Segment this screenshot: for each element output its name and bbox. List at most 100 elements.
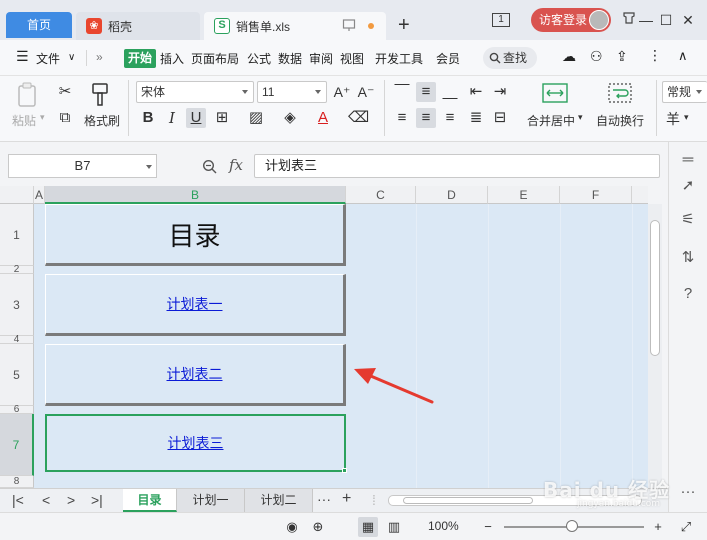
horizontal-scroll-thumb[interactable] — [403, 497, 533, 504]
menu-developer[interactable]: 开发工具 — [375, 50, 423, 67]
decrease-font-icon[interactable]: A⁻ — [356, 82, 376, 102]
share-icon[interactable]: ⇪ — [616, 48, 628, 65]
cell-b3[interactable]: 计划表一 — [45, 274, 346, 336]
select-all-corner[interactable] — [0, 186, 34, 204]
name-box[interactable]: B7 — [8, 154, 157, 178]
fill-handle[interactable] — [342, 468, 347, 473]
wrap-text-icon[interactable] — [608, 82, 632, 104]
row-header-6[interactable]: 6 — [0, 404, 34, 415]
merge-center-icon[interactable] — [542, 82, 568, 104]
font-size-select[interactable]: 11 — [257, 81, 327, 103]
column-header-g[interactable] — [632, 186, 648, 204]
properties-icon[interactable]: ⚟ — [678, 210, 698, 230]
fill-style-icon[interactable]: ▨ — [246, 108, 266, 128]
column-header-d[interactable]: D — [416, 186, 488, 204]
bold-icon[interactable]: B — [138, 108, 158, 128]
language-icon[interactable]: ⊕ — [308, 517, 328, 537]
menu-formulas[interactable]: 公式 — [247, 50, 271, 67]
menu-page-layout[interactable]: 页面布局 — [191, 50, 239, 67]
spreadsheet-grid[interactable]: A B C D E F 1 2 3 4 5 6 7 8 目录 计划表一 计划表二… — [0, 186, 648, 488]
cell-b1-title[interactable]: 目录 — [45, 204, 346, 266]
column-header-b[interactable]: B — [45, 186, 346, 204]
menu-data[interactable]: 数据 — [278, 50, 302, 67]
row-header-7[interactable]: 7 — [0, 414, 34, 476]
last-sheet-icon[interactable]: >| — [91, 492, 103, 508]
currency-format-icon[interactable]: 羊 — [666, 109, 680, 129]
chevron-down-icon[interactable]: ∨ — [68, 52, 75, 63]
new-tab-button[interactable]: + — [398, 12, 410, 38]
row-header-1[interactable]: 1 — [0, 204, 34, 266]
menu-insert[interactable]: 插入 — [160, 50, 184, 67]
function-icon[interactable]: fx — [229, 156, 243, 174]
zoom-in-icon[interactable]: + — [648, 517, 668, 537]
menu-review[interactable]: 审阅 — [309, 50, 333, 67]
cut-icon[interactable]: ✂ — [55, 82, 75, 102]
align-right-icon[interactable]: ≡ — [440, 108, 460, 128]
close-button[interactable]: ✕ — [678, 10, 698, 30]
select-cursor-icon[interactable]: ➚ — [678, 176, 698, 196]
link-plan-3[interactable]: 计划表三 — [168, 433, 224, 453]
justify-icon[interactable]: ≣ — [466, 108, 486, 128]
cloud-icon[interactable]: ☁ — [562, 48, 576, 65]
vertical-scroll-thumb[interactable] — [650, 220, 660, 356]
sheet-tab-plan-1[interactable]: 计划一 — [177, 489, 245, 512]
column-header-a[interactable]: A — [34, 186, 45, 204]
sheet-tab-plan-2[interactable]: 计划二 — [245, 489, 313, 512]
column-header-c[interactable]: C — [346, 186, 416, 204]
paste-icon[interactable] — [16, 82, 40, 108]
column-header-f[interactable]: F — [560, 186, 632, 204]
fill-color-icon[interactable]: ◈ — [280, 108, 300, 128]
zoom-level[interactable]: 100% — [428, 519, 459, 533]
hamburger-icon[interactable]: ☰ — [16, 48, 29, 65]
merge-dropdown-icon[interactable]: ▾ — [578, 112, 583, 123]
collaborate-icon[interactable]: ⚇ — [590, 48, 603, 65]
page-view-icon[interactable]: ▥ — [384, 517, 404, 537]
indent-increase-icon[interactable]: ⇥ — [490, 82, 510, 102]
sheet-tab-contents[interactable]: 目录 — [123, 489, 177, 512]
align-middle-icon[interactable]: ≡ — [416, 82, 436, 102]
column-header-e[interactable]: E — [488, 186, 560, 204]
window-pin-icon[interactable] — [342, 18, 356, 32]
collapse-ribbon-icon[interactable]: ∧ — [678, 48, 688, 64]
italic-icon[interactable]: I — [162, 108, 182, 128]
increase-font-icon[interactable]: A⁺ — [332, 82, 352, 102]
copy-icon[interactable]: ⧉ — [55, 108, 75, 128]
more-chevron-icon[interactable]: » — [96, 50, 103, 64]
align-center-icon[interactable]: ≡ — [416, 108, 436, 128]
cell-b7-selected[interactable]: 计划表三 — [45, 414, 347, 473]
font-name-select[interactable]: 宋体 — [136, 81, 254, 103]
indent-decrease-icon[interactable]: ⇤ — [466, 82, 486, 102]
align-bottom-icon[interactable]: ⎽ — [440, 82, 460, 102]
fullscreen-icon[interactable]: ⤢ — [676, 517, 696, 537]
guest-login-button[interactable]: 访客登录 — [531, 8, 611, 32]
more-options-icon[interactable]: ⋮ — [648, 47, 662, 64]
row-header-5[interactable]: 5 — [0, 344, 34, 406]
menu-member[interactable]: 会员 — [436, 50, 462, 67]
currency-dropdown-icon[interactable]: ▾ — [684, 112, 689, 123]
format-painter-icon[interactable] — [90, 82, 112, 108]
next-sheet-icon[interactable]: > — [67, 492, 75, 508]
vertical-scrollbar[interactable] — [648, 204, 662, 488]
first-sheet-icon[interactable]: |< — [12, 492, 24, 508]
zoom-search-icon[interactable] — [202, 159, 218, 175]
tab-split-handle[interactable]: ⁞ — [372, 492, 376, 508]
search-button[interactable]: 查找 — [483, 47, 537, 69]
tab-docer[interactable]: ❀ 稻壳 — [76, 12, 200, 40]
help-icon[interactable]: ? — [678, 284, 698, 304]
number-format-select[interactable]: 常规 — [662, 81, 707, 103]
menu-home[interactable]: 开始 — [124, 49, 156, 68]
tab-sales-xls[interactable]: S 销售单.xls — [204, 12, 386, 40]
zoom-out-icon[interactable]: − — [478, 517, 498, 537]
row-header-8[interactable]: 8 — [0, 476, 34, 488]
clear-format-icon[interactable]: ⌫ — [348, 108, 369, 128]
zoom-slider-knob[interactable] — [566, 520, 578, 532]
minimize-button[interactable]: — — [636, 10, 656, 30]
more-sheets-icon[interactable]: ··· — [317, 491, 331, 507]
sidebar-more-icon[interactable]: ··· — [678, 482, 698, 502]
eye-protection-icon[interactable]: ◉ — [282, 517, 302, 537]
link-plan-1[interactable]: 计划表一 — [167, 294, 223, 314]
tab-home[interactable]: 首页 — [6, 12, 72, 38]
cell-b5[interactable]: 计划表二 — [45, 344, 346, 406]
distributed-icon[interactable]: ⊟ — [490, 108, 510, 128]
prev-sheet-icon[interactable]: < — [42, 492, 50, 508]
